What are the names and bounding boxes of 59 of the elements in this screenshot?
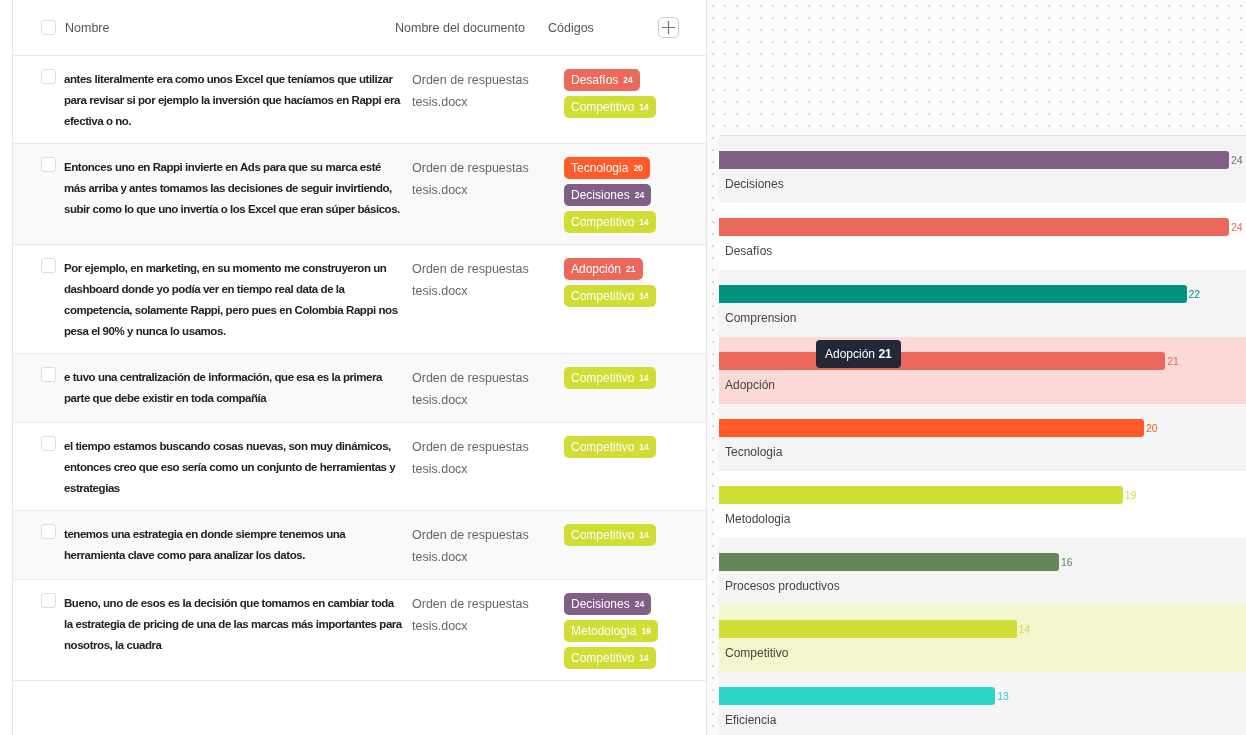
column-header: Códigos [548,20,595,35]
code-tag[interactable]: Competitivo 14 [564,436,656,458]
category-label: Competitivo [725,646,790,660]
checkbox[interactable] [41,524,56,539]
tooltip: Adopción 21 [816,340,901,368]
checkbox[interactable] [41,20,56,35]
value-label: 16 [1061,556,1073,568]
quote-text: Bueno, uno de esos es la decisión que tomamos en cambiar toda la estrategia de pricing de una de las marcas más importantes para nosotros, la cuadra [64,596,404,653]
category-label: Metodologia [725,512,792,526]
document-name: Orden de respuestas tesis.docx [412,160,530,199]
category-label: Adopción [725,378,777,392]
checkbox[interactable] [41,367,56,382]
document-name: Orden de respuestas tesis.docx [412,527,530,566]
code-tag[interactable]: Desafíos 24 [564,69,640,91]
checkbox[interactable] [41,157,56,172]
document-name: Orden de respuestas tesis.docx [412,370,530,409]
document-name: Orden de respuestas tesis.docx [412,72,530,111]
quote-text: Por ejemplo, en marketing, en su momento me construyeron un dashboard donde yo podía ver en tiempo real data de la competencia, solamente Rappi, pero pues en Colombia Rappi nos pesa el 90% y nunca lo usamos. [64,261,399,339]
category-label: Tecnologia [725,445,784,459]
document-name: Orden de respuestas tesis.docx [412,439,530,478]
checkbox[interactable] [41,258,56,273]
category-label: Comprension [725,311,798,325]
plus-icon [662,21,675,34]
add-button[interactable] [658,17,679,38]
category-label: Procesos productivos [725,579,841,593]
quote-text: antes literalmente era como unos Excel que teníamos que utilizar para revisar si por ejemplo la inversión que hacíamos en Rappi era efectiva o no. [64,72,402,129]
code-tag[interactable]: Decisiones 24 [564,593,652,615]
value-label: 19 [1124,489,1137,501]
category-label: Eficiencia [725,713,778,727]
column-header: Nombre [65,20,111,35]
code-tag[interactable]: Competitivo 14 [564,285,656,307]
document-name: Orden de respuestas tesis.docx [412,596,530,635]
category-label: Desafíos [725,244,774,258]
quote-text: el tiempo estamos buscando cosas nuevas, son muy dinámicos, entonces creo que eso sería como un conjunto de herramientas y estrategias [64,439,397,496]
column-header: Nombre del documento [395,20,526,35]
quote-text: Entonces uno en Rappi invierte en Ads para que su marca esté más arriba y antes tomamos las decisiones de seguir invirtiendo, subir como lo que uno invertía o los Excel que eran súper básicos. [64,160,401,217]
value-label: 13 [997,690,1009,702]
code-tag[interactable]: Competitivo 14 [564,524,656,546]
value-label: 24 [1231,221,1243,233]
category-label: Decisiones [725,177,785,191]
code-tag[interactable]: Competitivo 14 [564,367,656,389]
document-name: Orden de respuestas tesis.docx [412,261,530,300]
value-label: 24 [1231,154,1243,166]
quote-text: tenemos una estrategia en donde siempre tenemos una herramienta clave como para analizar los datos. [64,527,347,563]
code-tag[interactable]: Metodologia 19 [564,620,658,642]
checkbox[interactable] [41,593,56,608]
code-tag[interactable]: Decisiones 24 [564,184,652,206]
value-label: 22 [1188,288,1201,300]
code-tag[interactable]: Competitivo 14 [564,211,656,233]
code-tag[interactable]: Tecnologia 20 [564,157,650,179]
checkbox[interactable] [41,436,56,451]
code-tag[interactable]: Adopción 21 [564,258,643,280]
value-label: 20 [1146,422,1158,434]
code-tag[interactable]: Competitivo 14 [564,647,656,669]
checkbox[interactable] [41,69,56,84]
value-label: 21 [1167,355,1179,367]
code-tag[interactable]: Competitivo 14 [564,96,656,118]
value-label: 14 [1018,623,1031,635]
quote-text: e tuvo una centralización de información, que esa es la primera parte que debe existir en toda compañía [64,370,384,406]
